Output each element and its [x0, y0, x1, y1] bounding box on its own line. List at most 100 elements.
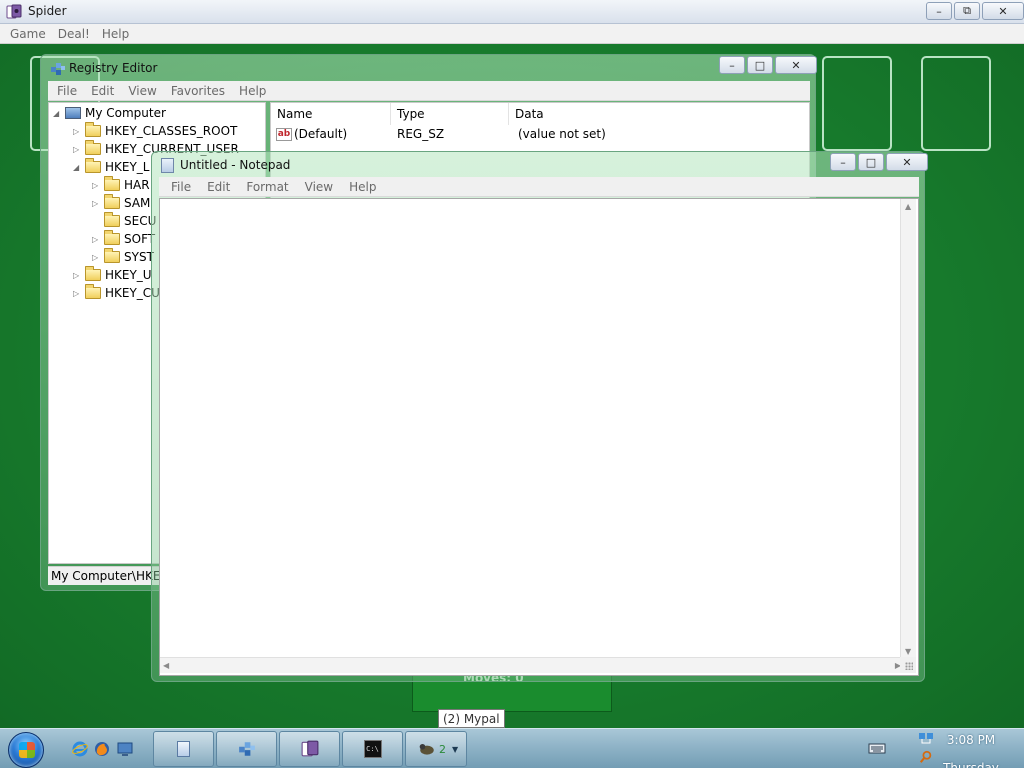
keyboard-icon[interactable] [868, 741, 886, 755]
close-button[interactable]: ✕ [886, 153, 928, 171]
card-slot[interactable] [822, 56, 892, 151]
value-row[interactable]: ab (Default) [276, 125, 347, 143]
minimize-icon: – [729, 58, 735, 72]
tree-item-hkey-local-machine[interactable]: ◢ HKEY_L [73, 158, 150, 176]
tree-item-my-computer[interactable]: ◢ My Computer [53, 104, 166, 122]
minimize-button[interactable]: – [719, 56, 745, 74]
registry-app-icon [51, 63, 65, 75]
expand-arrow-icon[interactable]: ▷ [92, 181, 102, 190]
column-header-name[interactable]: Name [271, 103, 391, 125]
close-icon: ✕ [902, 155, 912, 169]
maximize-button[interactable]: □ [858, 153, 884, 171]
tree-item-hkey-users[interactable]: ▷ HKEY_U [73, 266, 152, 284]
folder-icon [104, 212, 120, 227]
folder-icon [85, 266, 101, 281]
tree-item-software[interactable]: ▷ SOFT [92, 230, 155, 248]
folder-icon [85, 140, 101, 155]
clock-day: Thursday [943, 761, 999, 768]
tree-item-sam[interactable]: ▷ SAM [92, 194, 150, 212]
menu-file[interactable]: File [163, 180, 199, 194]
restore-button[interactable]: ⧉ [954, 2, 980, 20]
expand-arrow-icon[interactable]: ▷ [73, 127, 83, 136]
maximize-icon: □ [865, 155, 877, 169]
resize-grip[interactable] [900, 657, 916, 673]
window-title: Spider [28, 4, 67, 18]
tree-item-hkey-current-config[interactable]: ▷ HKEY_CU [73, 284, 160, 302]
clock[interactable]: 3:08 PM Thursday [940, 732, 1002, 768]
tree-item-hardware[interactable]: ▷ HAR [92, 176, 150, 194]
network-icon[interactable] [918, 731, 934, 745]
command-prompt-icon: C:\ [363, 740, 382, 758]
menu-format[interactable]: Format [238, 180, 296, 194]
menu-help[interactable]: Help [232, 84, 273, 98]
menu-game[interactable]: Game [4, 27, 52, 41]
window-title: Registry Editor [69, 61, 158, 75]
collapse-arrow-icon[interactable]: ◢ [53, 109, 63, 118]
tree-item-label: SAM [124, 196, 151, 210]
folder-icon [104, 194, 120, 209]
maximize-icon: □ [754, 58, 766, 72]
spider-icon [301, 740, 318, 757]
firefox-icon[interactable] [94, 741, 110, 757]
menu-file[interactable]: File [50, 84, 84, 98]
vertical-scrollbar[interactable]: ▲ ▼ [900, 199, 916, 659]
restore-icon: ⧉ [963, 4, 971, 17]
computer-icon [65, 107, 81, 119]
tree-item-label: HKEY_U [105, 268, 152, 282]
taskbar-button-registry-editor[interactable] [216, 731, 277, 767]
card-slot[interactable] [921, 56, 991, 151]
scroll-up-icon[interactable]: ▲ [905, 202, 911, 211]
close-icon: ✕ [791, 58, 801, 72]
column-header-data[interactable]: Data [509, 103, 809, 125]
spider-menu-bar: Game Deal! Help [0, 24, 1024, 44]
search-icon[interactable] [918, 750, 934, 764]
taskbar-button-spider[interactable] [279, 731, 340, 767]
horizontal-scrollbar[interactable]: ◀ ▶ [160, 657, 904, 673]
minimize-button[interactable]: – [926, 2, 952, 20]
notepad-menu-bar: File Edit Format View Help [159, 177, 919, 197]
scroll-left-icon[interactable]: ◀ [163, 661, 169, 670]
folder-icon [104, 176, 120, 191]
notepad-app-icon [161, 158, 174, 173]
clock-time: 3:08 PM [946, 733, 996, 747]
menu-help[interactable]: Help [341, 180, 384, 194]
expand-arrow-icon[interactable]: ▷ [73, 145, 83, 154]
spider-title-bar[interactable]: Spider – ⧉ ✕ [0, 0, 1024, 24]
show-desktop-icon[interactable] [117, 741, 133, 757]
expand-arrow-icon[interactable]: ▷ [92, 253, 102, 262]
taskbar-button-command-prompt[interactable]: C:\ [342, 731, 403, 767]
start-button[interactable] [8, 732, 44, 768]
expand-arrow-icon[interactable]: ▷ [92, 199, 102, 208]
menu-edit[interactable]: Edit [84, 84, 121, 98]
maximize-button[interactable]: □ [747, 56, 773, 74]
close-button[interactable]: ✕ [775, 56, 817, 74]
tree-item-security[interactable]: SECU [92, 212, 156, 230]
menu-favorites[interactable]: Favorites [164, 84, 232, 98]
tree-item-hkey-classes-root[interactable]: ▷ HKEY_CLASSES_ROOT [73, 122, 237, 140]
expand-arrow-icon[interactable]: ▷ [73, 271, 83, 280]
internet-explorer-icon[interactable] [72, 741, 88, 757]
notepad-text-area[interactable] [159, 198, 919, 676]
tree-item-label: My Computer [85, 106, 166, 120]
window-title: Untitled - Notepad [180, 158, 291, 172]
menu-view[interactable]: View [297, 180, 341, 194]
menu-help[interactable]: Help [96, 27, 135, 41]
menu-view[interactable]: View [121, 84, 163, 98]
tree-item-label: HKEY_L [105, 160, 150, 174]
column-header-type[interactable]: Type [391, 103, 509, 125]
tree-item-label: HAR [124, 178, 150, 192]
scroll-down-icon[interactable]: ▼ [905, 647, 911, 656]
taskbar: C:\ 2 ▼ 3:08 PM Thursday [0, 728, 1024, 768]
close-button[interactable]: ✕ [982, 2, 1024, 20]
taskbar-button-notepad[interactable] [153, 731, 214, 767]
taskbar-button-mypal-group[interactable]: 2 ▼ [405, 731, 467, 767]
menu-edit[interactable]: Edit [199, 180, 238, 194]
menu-deal[interactable]: Deal! [52, 27, 96, 41]
expand-arrow-icon[interactable]: ▷ [92, 235, 102, 244]
tree-item-system[interactable]: ▷ SYST [92, 248, 154, 266]
folder-open-icon [85, 158, 101, 173]
folder-icon [104, 230, 120, 245]
minimize-button[interactable]: – [830, 153, 856, 171]
collapse-arrow-icon[interactable]: ◢ [73, 163, 83, 172]
expand-arrow-icon[interactable]: ▷ [73, 289, 83, 298]
